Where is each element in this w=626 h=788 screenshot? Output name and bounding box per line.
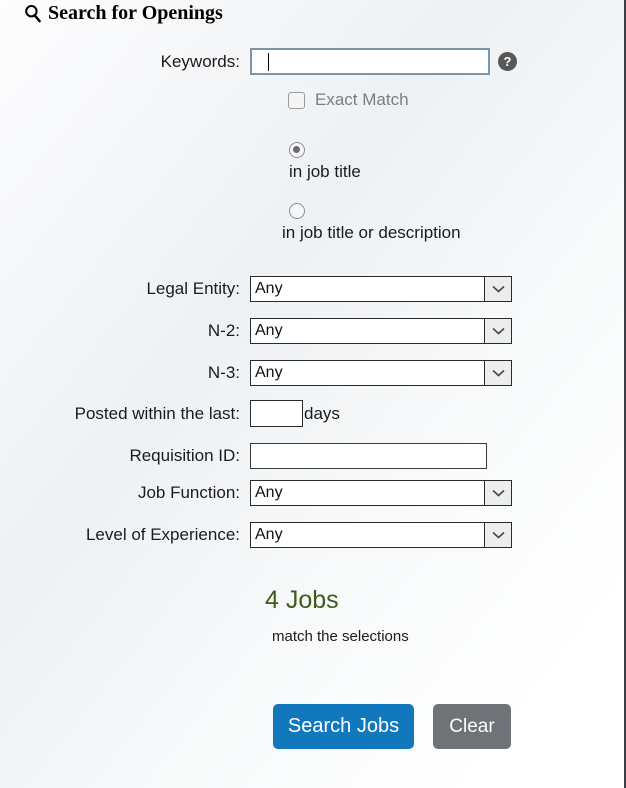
n2-select[interactable]: Any xyxy=(250,318,512,344)
level-of-experience-select[interactable]: Any xyxy=(250,522,512,548)
search-jobs-button[interactable]: Search Jobs xyxy=(273,704,414,749)
n2-label: N-2: xyxy=(207,321,240,340)
posted-within-unit-label: days xyxy=(304,403,340,423)
legal-entity-label: Legal Entity: xyxy=(146,279,240,298)
page-title-text: Search for Openings xyxy=(48,2,223,24)
exact-match-label: Exact Match xyxy=(315,90,409,109)
radio-in-job-title-control[interactable] xyxy=(289,142,305,158)
posted-within-label: Posted within the last: xyxy=(74,403,240,423)
radio-in-job-title[interactable]: in job title xyxy=(289,142,361,182)
page-title: Search for Openings xyxy=(24,2,223,25)
radio-in-job-title-label: in job title xyxy=(289,162,361,181)
radio-in-job-title-or-description-control[interactable] xyxy=(289,203,305,219)
radio-in-job-title-or-description[interactable]: in job title or description xyxy=(282,203,461,243)
radio-in-job-title-or-description-label: in job title or description xyxy=(282,223,461,242)
job-function-row: Job Function: Any xyxy=(0,480,614,506)
clear-button[interactable]: Clear xyxy=(433,704,511,749)
n2-value: Any xyxy=(255,322,283,339)
n3-row: N-3: Any xyxy=(0,360,614,386)
requisition-id-label: Requisition ID: xyxy=(129,446,240,465)
requisition-id-input[interactable] xyxy=(250,443,487,469)
n3-label: N-3: xyxy=(207,363,240,382)
job-function-select[interactable]: Any xyxy=(250,480,512,506)
level-of-experience-value: Any xyxy=(255,526,283,543)
level-of-experience-row: Level of Experience: Any xyxy=(0,522,614,548)
exact-match-row[interactable]: Exact Match xyxy=(288,90,409,110)
chevron-down-icon[interactable] xyxy=(484,277,511,301)
search-input[interactable] xyxy=(250,48,490,75)
keywords-row: Keywords: ? xyxy=(0,48,614,75)
keywords-label: Keywords: xyxy=(160,51,240,71)
chevron-down-icon[interactable] xyxy=(484,319,511,343)
level-of-experience-label: Level of Experience: xyxy=(85,525,240,544)
help-question-icon[interactable]: ? xyxy=(498,52,517,71)
legal-entity-value: Any xyxy=(255,280,283,297)
legal-entity-row: Legal Entity: Any xyxy=(0,276,614,302)
n3-value: Any xyxy=(255,364,283,381)
n3-select[interactable]: Any xyxy=(250,360,512,386)
text-caret xyxy=(268,53,269,71)
posted-within-row: Posted within the last: days xyxy=(0,400,614,427)
chevron-down-icon[interactable] xyxy=(484,481,511,505)
requisition-id-row: Requisition ID: xyxy=(0,443,614,469)
jobs-match-text: match the selections xyxy=(272,628,409,645)
action-buttons: Search Jobs Clear xyxy=(273,704,511,749)
legal-entity-select[interactable]: Any xyxy=(250,276,512,302)
jobs-count: 4 Jobs xyxy=(265,586,339,614)
job-function-label: Job Function: xyxy=(137,483,240,502)
n2-row: N-2: Any xyxy=(0,318,614,344)
exact-match-checkbox[interactable] xyxy=(288,91,305,109)
search-openings-panel: Search for Openings Keywords: ? Exact Ma… xyxy=(0,0,626,788)
search-icon xyxy=(24,4,41,23)
chevron-down-icon[interactable] xyxy=(484,361,511,385)
posted-within-days-input[interactable] xyxy=(250,400,303,427)
job-function-value: Any xyxy=(255,484,283,501)
chevron-down-icon[interactable] xyxy=(484,523,511,547)
